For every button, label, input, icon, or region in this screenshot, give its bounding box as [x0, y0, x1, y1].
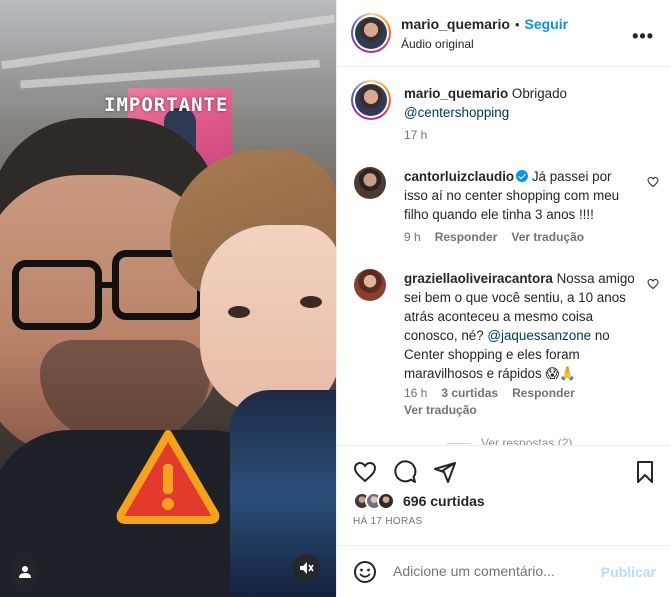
man-beard — [40, 340, 210, 440]
like-comment-heart-icon[interactable] — [647, 278, 659, 290]
author-username[interactable]: mario_quemario — [401, 16, 510, 32]
more-options-icon[interactable]: ••• — [632, 26, 654, 47]
follow-button[interactable]: Seguir — [525, 16, 569, 32]
bookmark-icon[interactable] — [633, 460, 657, 484]
caption-meta: 17 h — [404, 128, 427, 142]
comment-avatar[interactable] — [354, 167, 386, 199]
comment-time: 16 h — [404, 386, 428, 400]
caption-avatar[interactable] — [351, 80, 391, 120]
separator-dot: • — [514, 16, 520, 32]
emoji-icon[interactable] — [353, 560, 377, 584]
likes-summary[interactable]: 696 curtidas — [353, 492, 485, 510]
verified-badge-icon — [516, 170, 529, 182]
post-timestamp: HÁ 17 HORAS — [353, 516, 423, 527]
post-actions: 696 curtidas HÁ 17 HORAS — [337, 445, 671, 545]
like-heart-icon[interactable] — [353, 460, 377, 484]
story-sticker-text: IMPORTANTE — [104, 94, 229, 116]
comment-time: 9 h — [404, 230, 421, 244]
reply-button[interactable]: Responder — [435, 230, 498, 244]
caption-time: 17 h — [404, 128, 428, 142]
boy-eye — [228, 306, 250, 318]
caption-mention[interactable]: @centershopping — [404, 105, 509, 120]
share-send-icon[interactable] — [433, 460, 457, 484]
warning-icon — [116, 430, 220, 524]
comment-likes[interactable]: 3 curtidas — [441, 386, 498, 400]
comment-username[interactable]: graziellaoliveiracantora — [404, 271, 553, 286]
view-replies-label: Ver respostas (2) — [481, 436, 573, 445]
boy-shirt — [230, 390, 336, 597]
glasses-lens-left — [12, 260, 102, 330]
translate-button[interactable]: Ver tradução — [511, 230, 584, 244]
user-icon[interactable] — [11, 558, 39, 586]
translate-button[interactable]: Ver tradução — [404, 403, 477, 417]
reply-button[interactable]: Responder — [512, 386, 575, 400]
boy-face — [200, 225, 336, 415]
publish-button[interactable]: Publicar — [601, 564, 656, 580]
author-line: mario_quemario • Seguir — [401, 16, 568, 32]
comment-meta: 16 h 3 curtidas Responder — [404, 386, 575, 400]
post-media[interactable]: IMPORTANTE — [0, 0, 336, 597]
replies-divider — [447, 442, 471, 444]
liker-avatar — [377, 492, 395, 510]
caption-text: mario_quemario Obrigado @centershopping — [404, 84, 644, 122]
author-avatar[interactable] — [351, 13, 391, 53]
audio-label[interactable]: Áudio original — [401, 37, 474, 51]
comment-meta-translate: Ver tradução — [404, 403, 477, 417]
like-comment-heart-icon[interactable] — [647, 176, 659, 188]
comment-text: cantorluizclaudio Já passei por isso aí … — [404, 167, 636, 224]
likes-count[interactable]: 696 curtidas — [403, 493, 485, 509]
comment-composer: Publicar — [337, 545, 671, 597]
mute-icon[interactable] — [292, 554, 320, 582]
caption-message: Obrigado — [511, 86, 568, 101]
post-header: mario_quemario • Seguir Áudio original •… — [337, 0, 671, 67]
comment-mention[interactable]: @jaquessanzone — [487, 328, 591, 343]
comment-avatar[interactable] — [354, 269, 386, 301]
comment-icon[interactable] — [393, 460, 417, 484]
comments-list[interactable]: mario_quemario Obrigado @centershopping … — [337, 67, 671, 445]
view-replies-button[interactable]: Ver respostas (2) — [447, 436, 572, 445]
comment-text: graziellaoliveiracantora Nossa amigo sei… — [404, 269, 636, 383]
boy-eye — [300, 296, 322, 308]
post-panel: mario_quemario • Seguir Áudio original •… — [336, 0, 671, 597]
caption-username[interactable]: mario_quemario — [404, 86, 508, 101]
comment-input[interactable] — [393, 563, 593, 579]
comment-username[interactable]: cantorluizclaudio — [404, 169, 514, 184]
comment-meta: 9 h Responder Ver tradução — [404, 230, 584, 244]
glasses-bridge — [98, 282, 116, 288]
